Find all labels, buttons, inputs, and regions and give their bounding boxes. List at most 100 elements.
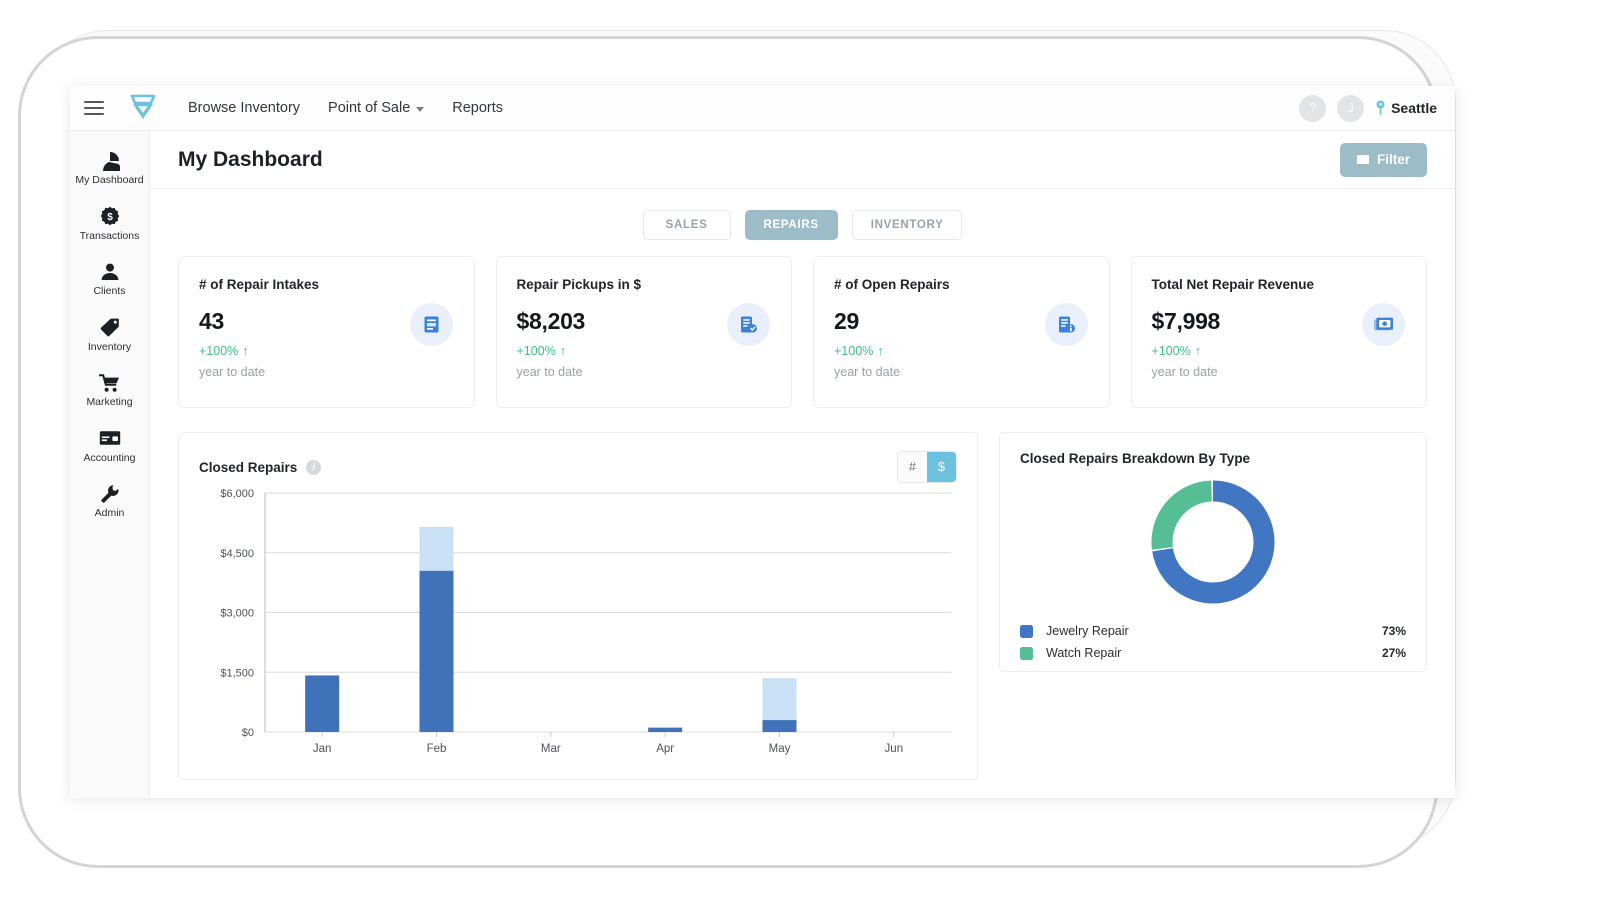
page-header: My Dashboard Filter xyxy=(150,131,1455,189)
bar-panel-title: Closed Repairs xyxy=(199,459,298,475)
tab-label: INVENTORY xyxy=(870,219,944,231)
sidebar-item-label: Admin xyxy=(94,507,125,520)
kpi-delta: +100% ↑ xyxy=(1152,344,1407,358)
wrench-icon xyxy=(100,483,120,504)
svg-text:Mar: Mar xyxy=(541,743,561,755)
dollar-coin-icon: $ xyxy=(100,206,120,227)
kpi-delta: +100% ↑ xyxy=(834,344,1089,358)
kpi-title: Total Net Repair Revenue xyxy=(1151,277,1315,292)
sidebar-item-label: Inventory xyxy=(87,340,132,353)
nav-link-label: Browse Inventory xyxy=(188,100,301,116)
closed-repairs-breakdown-panel: Closed Repairs Breakdown By Type Jewelry… xyxy=(999,432,1427,672)
svg-text:$0: $0 xyxy=(242,727,254,739)
arrow-up-icon: ↑ xyxy=(1194,344,1202,358)
location-label: Seattle xyxy=(1391,100,1437,116)
sidebar-item-label: Marketing xyxy=(86,396,133,409)
kpi-delta: +100% ↑ xyxy=(517,344,772,358)
tab-repairs[interactable]: REPAIRS xyxy=(744,210,838,240)
svg-text:$3,000: $3,000 xyxy=(220,608,254,620)
donut-panel-header: Closed Repairs Breakdown By Type xyxy=(1020,451,1406,466)
tab-sales[interactable]: SALES xyxy=(642,210,731,240)
sidebar: My Dashboard $ Transactions Clients Inve… xyxy=(70,131,150,798)
sidebar-item-transactions[interactable]: $ Transactions xyxy=(70,197,149,253)
kpi-title: # of Repair Intakes xyxy=(199,277,320,292)
nav-right-cluster: ? J Seattle xyxy=(1299,94,1437,122)
svg-text:Feb: Feb xyxy=(427,743,447,755)
legend-label: Jewelry Repair xyxy=(1046,624,1129,638)
chevron-down-icon xyxy=(416,106,425,112)
sidebar-item-admin[interactable]: Admin xyxy=(70,474,149,530)
map-pin-icon xyxy=(1376,100,1385,115)
main-content: My Dashboard Filter SALES REPAIRS INVENT… xyxy=(150,131,1455,798)
svg-text:$6,000: $6,000 xyxy=(220,488,254,500)
kpi-subtitle: year to date xyxy=(834,365,901,379)
sidebar-item-label: My Dashboard xyxy=(75,174,144,186)
kpi-title: Repair Pickups in $ xyxy=(516,277,642,292)
nav-link-label: Point of Sale xyxy=(328,100,411,116)
unit-toggle-dollar[interactable]: $ xyxy=(927,452,956,482)
nav-link-browse-inventory[interactable]: Browse Inventory xyxy=(188,100,300,116)
unit-toggle-count[interactable]: # xyxy=(898,452,927,482)
closed-repairs-bar-panel: Closed Repairs i # $ $0 $1,500 $3,000 $4,50… xyxy=(178,432,978,780)
sidebar-item-label: Transactions xyxy=(79,229,140,242)
dashboard-tabs: SALES REPAIRS INVENTORY xyxy=(150,189,1455,256)
doc-info-icon xyxy=(1044,303,1088,346)
nav-link-point-of-sale[interactable]: Point of Sale xyxy=(328,100,425,116)
sidebar-item-clients[interactable]: Clients xyxy=(70,252,149,308)
kpi-card-repair-intakes: # of Repair Intakes 43 +100% ↑ year to d… xyxy=(178,256,475,408)
closed-repairs-bar-chart: $0 $1,500 $3,000 $4,500 $6,000 Jan Feb Mar Apr Ma… xyxy=(220,488,951,755)
diamond-logo-icon[interactable] xyxy=(126,91,160,125)
nav-links: Browse Inventory Point of Sale Reports xyxy=(188,100,503,116)
kpi-delta-value: +100% xyxy=(199,344,239,358)
legend-label: Watch Repair xyxy=(1046,646,1122,660)
tab-inventory[interactable]: INVENTORY xyxy=(851,210,963,240)
help-button[interactable]: ? xyxy=(1299,94,1327,122)
card-icon xyxy=(99,428,121,449)
tab-label: REPAIRS xyxy=(763,219,819,231)
kpi-card-total-net-repair-revenue: Total Net Repair Revenue $7,998 +100% ↑ … xyxy=(1130,256,1427,408)
nav-link-reports[interactable]: Reports xyxy=(452,100,503,116)
legend-percent: 27% xyxy=(1381,646,1406,660)
kpi-title: # of Open Repairs xyxy=(834,277,950,292)
app-window: Browse Inventory Point of Sale Reports ?… xyxy=(70,86,1455,798)
kpi-card-open-repairs: # of Open Repairs 29 +100% ↑ year to dat… xyxy=(813,256,1110,408)
sidebar-item-accounting[interactable]: Accounting xyxy=(70,419,149,475)
arrow-up-icon: ↑ xyxy=(242,344,249,358)
kpi-delta: +100% ↑ xyxy=(199,344,454,358)
location-selector[interactable]: Seattle xyxy=(1375,100,1437,116)
legend-item-jewelry-repair[interactable]: Jewelry Repair 73% xyxy=(1020,620,1406,642)
kpi-delta-value: +100% xyxy=(1151,344,1191,358)
legend-percent: 73% xyxy=(1381,624,1406,638)
svg-text:$4,500: $4,500 xyxy=(220,548,254,560)
kpi-delta-value: +100% xyxy=(516,344,556,358)
svg-text:May: May xyxy=(769,743,791,755)
person-icon xyxy=(100,261,120,282)
repair-intake-doc-icon xyxy=(409,303,453,346)
sidebar-item-inventory[interactable]: Inventory xyxy=(70,308,149,364)
svg-text:$: $ xyxy=(107,212,113,223)
legend-item-watch-repair[interactable]: Watch Repair 27% xyxy=(1020,642,1406,664)
svg-text:Jun: Jun xyxy=(885,743,904,755)
tab-label: SALES xyxy=(665,219,708,231)
donut-panel-title: Closed Repairs Breakdown By Type xyxy=(1020,451,1251,466)
page-title: My Dashboard xyxy=(178,147,323,171)
kpi-subtitle: year to date xyxy=(1151,365,1218,379)
kpi-subtitle: year to date xyxy=(516,365,583,379)
svg-text:$1,500: $1,500 xyxy=(220,667,254,679)
svg-text:Apr: Apr xyxy=(656,743,674,755)
hamburger-menu-icon[interactable] xyxy=(84,101,104,115)
info-icon[interactable]: i xyxy=(306,459,322,475)
bar-panel-header: Closed Repairs i # $ xyxy=(199,451,957,483)
kpi-card-repair-pickups: Repair Pickups in $ $8,203 +100% ↑ year … xyxy=(495,256,792,408)
avatar[interactable]: J xyxy=(1337,94,1365,122)
pie-chart-icon xyxy=(100,150,120,171)
legend-swatch xyxy=(1020,624,1033,638)
nav-link-label: Reports xyxy=(452,100,504,116)
svg-text:Jan: Jan xyxy=(313,743,332,755)
kpi-delta-value: +100% xyxy=(834,344,874,358)
kpi-card-row: # of Repair Intakes 43 +100% ↑ year to d… xyxy=(150,256,1455,408)
sidebar-item-marketing[interactable]: Marketing xyxy=(70,363,149,419)
charts-row: Closed Repairs i # $ $0 $1,500 $3,000 $4,50… xyxy=(150,408,1455,780)
filter-button[interactable]: Filter xyxy=(1339,142,1427,177)
sidebar-item-my-dashboard[interactable]: My Dashboard xyxy=(70,141,149,197)
